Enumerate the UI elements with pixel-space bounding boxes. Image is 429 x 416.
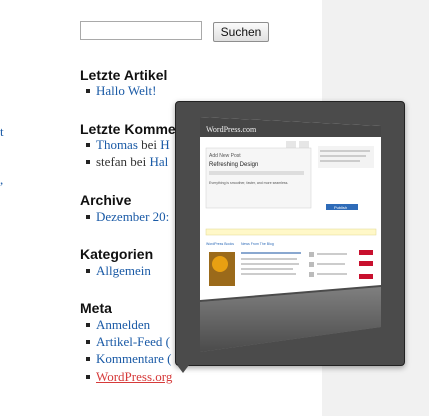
- comment-post-link[interactable]: H: [160, 137, 169, 152]
- comments-feed-link[interactable]: Kommentare (: [96, 351, 171, 367]
- login-link[interactable]: Anmelden: [96, 317, 150, 333]
- search-button[interactable]: Suchen: [213, 22, 269, 42]
- preview-tab: [299, 141, 309, 148]
- preview-logo-red: [359, 250, 373, 255]
- preview-body-text: Everything is smoother, faster, and more…: [209, 181, 288, 185]
- search-input[interactable]: [80, 21, 202, 40]
- preview-logo-text: WordPress.com: [206, 125, 257, 134]
- preview-avatar: [309, 252, 314, 257]
- preview-book-art: [212, 256, 228, 272]
- cut-off-sidebar-link[interactable]: t: [0, 125, 4, 139]
- preview-text-line: [241, 258, 297, 260]
- preview-text-line: [317, 253, 347, 255]
- preview-notice-bar: [205, 228, 377, 236]
- link-preview-tooltip: WordPress.com Add New Post Refreshing De…: [175, 101, 405, 366]
- preview-text-line: [241, 252, 301, 254]
- preview-news-heading: News From The Blog: [241, 242, 274, 246]
- website-preview-image: WordPress.com Add New Post Refreshing De…: [200, 117, 381, 352]
- preview-logo-red: [359, 261, 373, 266]
- archive-month-link[interactable]: Dezember 20:: [96, 209, 169, 225]
- preview-editor-heading: Add New Post: [209, 153, 241, 159]
- preview-toolbar: [209, 171, 304, 175]
- comment-connector: bei: [137, 137, 161, 152]
- comment-author: stefan: [96, 154, 128, 169]
- recent-posts-heading: Letzte Artikel: [80, 67, 168, 83]
- tooltip-pointer: [177, 365, 189, 373]
- preview-text-line: [241, 273, 296, 275]
- comment-author-link[interactable]: Thomas: [96, 137, 138, 152]
- recent-post-link[interactable]: Hallo Welt!: [96, 83, 156, 99]
- recent-comments-heading: Letzte Komme: [80, 121, 176, 137]
- archive-heading: Archive: [80, 192, 132, 208]
- preview-logo-red: [359, 274, 373, 279]
- meta-heading: Meta: [80, 300, 112, 316]
- preview-text-line: [320, 150, 370, 152]
- posts-feed-link[interactable]: Artikel-Feed (: [96, 334, 170, 350]
- preview-publish-label: Publish: [334, 205, 347, 210]
- preview-post-title: Refreshing Design: [209, 162, 258, 168]
- preview-text-line: [320, 155, 366, 157]
- category-link[interactable]: Allgemein: [96, 263, 151, 279]
- categories-heading: Kategorien: [80, 246, 154, 262]
- comment-connector: bei: [127, 154, 150, 169]
- cut-off-sidebar-text: ,: [0, 172, 4, 187]
- preview-avatar: [309, 262, 314, 267]
- preview-avatar: [309, 272, 314, 277]
- preview-text-line: [320, 160, 360, 162]
- preview-text-line: [317, 273, 347, 275]
- preview-text-line: [241, 268, 293, 270]
- comment-post-link[interactable]: Hal: [149, 154, 168, 169]
- wordpress-org-link[interactable]: WordPress.org: [96, 369, 172, 385]
- preview-books-heading: WordPress Books: [206, 242, 234, 246]
- preview-tab: [286, 141, 296, 148]
- preview-text-line: [317, 263, 345, 265]
- preview-text-line: [241, 263, 299, 265]
